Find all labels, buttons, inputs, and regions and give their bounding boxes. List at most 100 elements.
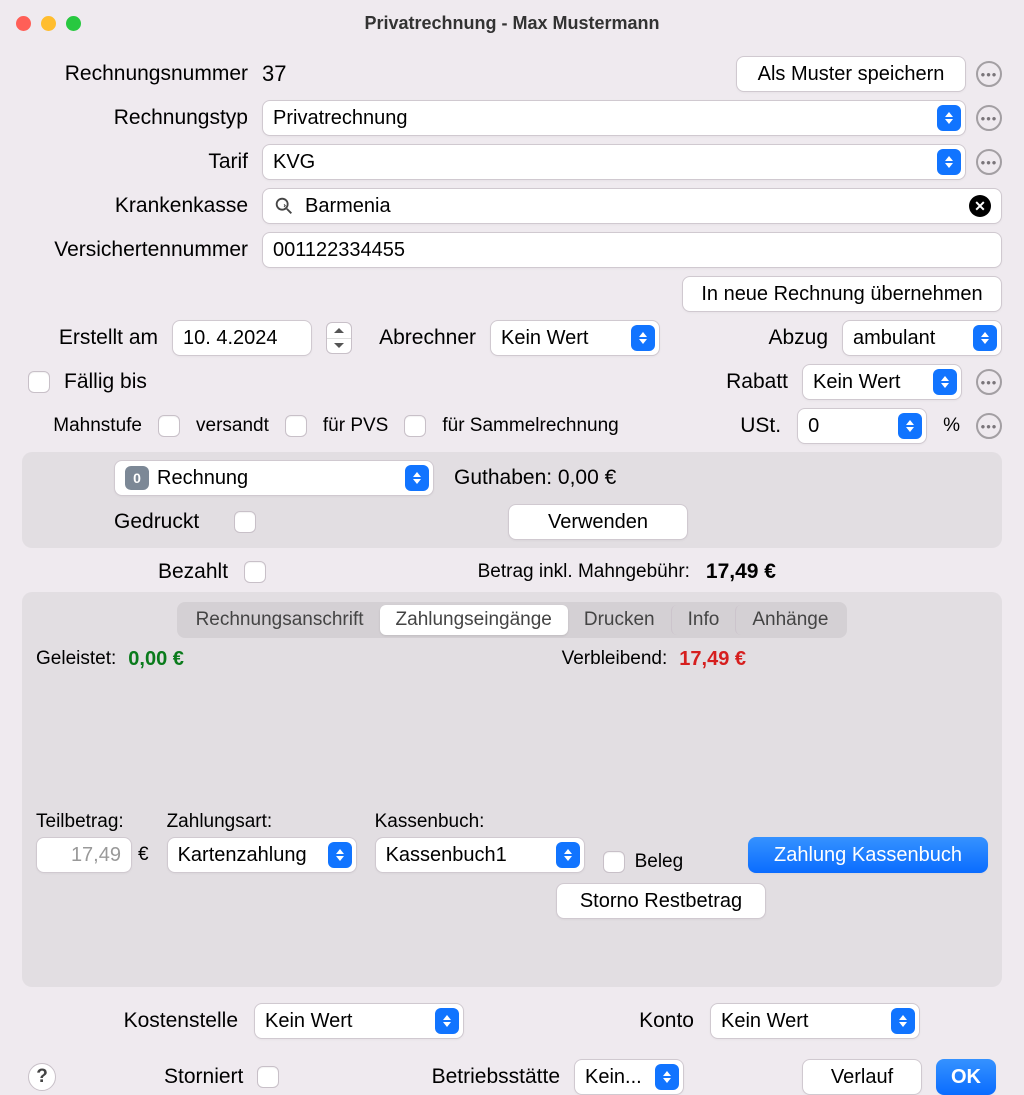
- teilbetrag-value: 17,49: [71, 844, 121, 867]
- more-tarif[interactable]: •••: [976, 149, 1002, 175]
- label-erstellt-am: Erstellt am: [22, 326, 158, 350]
- label-percent: %: [943, 415, 960, 437]
- verwenden-button[interactable]: Verwenden: [508, 504, 688, 540]
- betriebsstaette-value: Kein...: [585, 1066, 642, 1089]
- chevron-updown-icon: [556, 842, 580, 868]
- chevron-updown-icon: [435, 1008, 459, 1034]
- value-rechnungsnummer: 37: [262, 61, 286, 87]
- chevron-updown-icon: [655, 1064, 679, 1090]
- tab-drucken[interactable]: Drucken: [568, 605, 671, 635]
- kassenbuch-value: Kassenbuch1: [386, 844, 507, 867]
- faellig-bis-checkbox[interactable]: [28, 371, 50, 393]
- ok-button[interactable]: OK: [936, 1059, 996, 1095]
- clear-icon[interactable]: ✕: [969, 195, 991, 217]
- label-abzug: Abzug: [768, 326, 828, 350]
- chevron-updown-icon: [891, 1008, 915, 1034]
- tarif-select[interactable]: KVG: [262, 144, 966, 180]
- label-ust: USt.: [740, 414, 781, 438]
- versichertennummer-value: 001122334455: [273, 239, 405, 262]
- help-button[interactable]: ?: [28, 1063, 56, 1091]
- label-guthaben: Guthaben: 0,00 €: [454, 466, 616, 490]
- dokument-panel: 0 Rechnung Guthaben: 0,00 € Gedruckt Ver…: [22, 452, 1002, 548]
- bezahlt-checkbox[interactable]: [244, 561, 266, 583]
- minimize-window-button[interactable]: [41, 16, 56, 31]
- kostenstelle-value: Kein Wert: [265, 1010, 352, 1033]
- rechnungstyp-select[interactable]: Privatrechnung: [262, 100, 966, 136]
- beleg-checkbox[interactable]: [603, 851, 625, 873]
- label-verbleibend: Verbleibend:: [562, 648, 668, 671]
- abrechner-select[interactable]: Kein Wert: [490, 320, 660, 356]
- chevron-updown-icon: [933, 369, 957, 395]
- label-rechnungstyp: Rechnungstyp: [22, 106, 262, 130]
- label-bezahlt: Bezahlt: [158, 560, 228, 584]
- search-icon: [273, 195, 295, 217]
- tab-info[interactable]: Info: [671, 605, 736, 635]
- label-kassenbuch: Kassenbuch:: [375, 811, 585, 833]
- close-window-button[interactable]: [16, 16, 31, 31]
- konto-select[interactable]: Kein Wert: [710, 1003, 920, 1039]
- erstellt-am-input[interactable]: 10. 4.2024: [172, 320, 312, 356]
- label-betriebsstaette: Betriebsstätte: [432, 1065, 560, 1089]
- label-fuer-sammel: für Sammelrechnung: [442, 415, 618, 437]
- versandt-checkbox[interactable]: [158, 415, 180, 437]
- fuer-pvs-checkbox[interactable]: [285, 415, 307, 437]
- label-abrechner: Abrechner: [366, 326, 476, 350]
- more-ust[interactable]: •••: [976, 413, 1002, 439]
- label-mahnstufe: Mahnstufe: [22, 415, 142, 437]
- zahlungen-panel: Rechnungsanschrift Zahlungseingänge Druc…: [22, 592, 1002, 987]
- zahlungsart-value: Kartenzahlung: [178, 844, 307, 867]
- zahlung-kassenbuch-button[interactable]: Zahlung Kassenbuch: [748, 837, 988, 873]
- badge-zero-icon: 0: [125, 466, 149, 490]
- ust-value: 0: [808, 415, 819, 438]
- value-betrag-mg: 17,49 €: [706, 560, 776, 584]
- betriebsstaette-select[interactable]: Kein...: [574, 1059, 684, 1095]
- in-neue-rechnung-button[interactable]: In neue Rechnung übernehmen: [682, 276, 1002, 312]
- label-versandt: versandt: [196, 415, 269, 437]
- label-betrag-mg: Betrag inkl. Mahngebühr:: [478, 561, 690, 583]
- label-zahlungsart: Zahlungsart:: [167, 811, 357, 833]
- krankenkasse-search-input[interactable]: Barmenia ✕: [262, 188, 1002, 224]
- abzug-select[interactable]: ambulant: [842, 320, 1002, 356]
- dokument-select[interactable]: 0 Rechnung: [114, 460, 434, 496]
- ust-select[interactable]: 0: [797, 408, 927, 444]
- chevron-updown-icon: [898, 413, 922, 439]
- verlauf-button[interactable]: Verlauf: [802, 1059, 922, 1095]
- gedruckt-checkbox[interactable]: [234, 511, 256, 533]
- label-gedruckt: Gedruckt: [114, 510, 218, 534]
- label-versichertennummer: Versichertennummer: [22, 238, 262, 262]
- chevron-updown-icon: [937, 105, 961, 131]
- label-tarif: Tarif: [22, 150, 262, 174]
- euro-sign: €: [138, 844, 149, 866]
- erstellt-am-value: 10. 4.2024: [183, 327, 278, 350]
- more-rabatt[interactable]: •••: [976, 369, 1002, 395]
- als-muster-speichern-button[interactable]: Als Muster speichern: [736, 56, 966, 92]
- more-rechnungstyp[interactable]: •••: [976, 105, 1002, 131]
- tab-zahlungseingaenge[interactable]: Zahlungseingänge: [380, 605, 568, 635]
- label-teilbetrag: Teilbetrag:: [36, 811, 149, 833]
- zahlungsart-select[interactable]: Kartenzahlung: [167, 837, 357, 873]
- date-stepper[interactable]: [326, 322, 352, 354]
- tab-anhaenge[interactable]: Anhänge: [735, 605, 844, 635]
- tab-rechnungsanschrift[interactable]: Rechnungsanschrift: [180, 605, 380, 635]
- storniert-checkbox[interactable]: [257, 1066, 279, 1088]
- window-title: Privatrechnung - Max Mustermann: [364, 13, 659, 34]
- label-kostenstelle: Kostenstelle: [28, 1009, 238, 1033]
- fuer-sammel-checkbox[interactable]: [404, 415, 426, 437]
- kassenbuch-select[interactable]: Kassenbuch1: [375, 837, 585, 873]
- teilbetrag-input[interactable]: 17,49: [36, 837, 132, 873]
- traffic-lights: [16, 16, 81, 31]
- chevron-updown-icon: [973, 325, 997, 351]
- storno-restbetrag-button[interactable]: Storno Restbetrag: [556, 883, 766, 919]
- chevron-updown-icon: [631, 325, 655, 351]
- label-storniert: Storniert: [164, 1065, 243, 1089]
- zoom-window-button[interactable]: [66, 16, 81, 31]
- value-geleistet: 0,00 €: [128, 648, 184, 671]
- versichertennummer-input[interactable]: 001122334455: [262, 232, 1002, 268]
- rabatt-select[interactable]: Kein Wert: [802, 364, 962, 400]
- rabatt-value: Kein Wert: [813, 371, 900, 394]
- kostenstelle-select[interactable]: Kein Wert: [254, 1003, 464, 1039]
- value-verbleibend: 17,49 €: [679, 648, 746, 671]
- label-beleg: Beleg: [635, 851, 684, 873]
- more-rechnungsnummer[interactable]: •••: [976, 61, 1002, 87]
- tarif-value: KVG: [273, 151, 315, 174]
